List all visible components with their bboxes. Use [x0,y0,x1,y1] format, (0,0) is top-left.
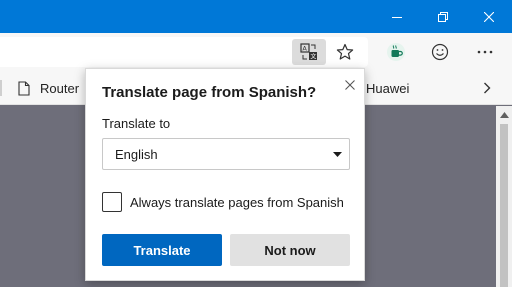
coffee-extension-icon [387,43,405,61]
always-translate-checkbox[interactable] [102,192,122,212]
scrollbar-thumb[interactable] [500,124,508,287]
popup-title: Translate page from Spanish? [102,84,317,101]
restore-icon [438,11,448,22]
feedback-button[interactable] [425,37,455,67]
dropdown-arrow-icon [333,152,342,157]
minimize-icon [392,16,402,18]
minimize-button[interactable] [374,0,420,33]
favorite-item-router[interactable]: Router [18,71,79,105]
always-translate-label[interactable]: Always translate pages from Spanish [130,195,344,210]
not-now-button[interactable]: Not now [230,234,350,266]
favorites-overflow-button[interactable] [478,79,496,97]
favorites-divider [0,80,2,96]
extension-button[interactable] [381,37,411,67]
settings-more-button[interactable] [470,37,500,67]
close-icon [484,11,494,22]
language-select[interactable]: English [102,138,350,170]
selected-language: English [115,147,158,162]
vertical-scrollbar[interactable] [496,106,512,287]
favorite-item-label: Huawei [366,80,410,96]
svg-text:A: A [302,45,307,53]
chevron-up-icon [499,112,509,118]
close-icon [345,80,355,90]
browser-toolbar: A 文 [0,33,512,71]
more-icon [477,50,493,54]
translate-to-label: Translate to [102,116,171,131]
favorite-item-huawei[interactable]: Huawei [366,71,409,105]
svg-text:文: 文 [310,53,316,61]
smiley-icon [431,43,449,61]
translate-button[interactable]: A 文 [292,39,326,65]
title-bar [0,0,512,33]
close-window-button[interactable] [466,0,512,33]
translate-icon: A 文 [300,43,317,61]
favorite-item-label: Router [40,80,80,96]
page-icon [18,80,30,96]
popup-close-button[interactable] [342,77,358,93]
translate-popup: Translate page from Spanish? Translate t… [85,68,365,281]
favorite-button[interactable] [330,37,360,67]
chevron-right-icon [484,82,491,94]
restore-button[interactable] [420,0,466,33]
star-icon [336,43,354,60]
scroll-up-button[interactable] [496,108,512,122]
translate-button[interactable]: Translate [102,234,222,266]
